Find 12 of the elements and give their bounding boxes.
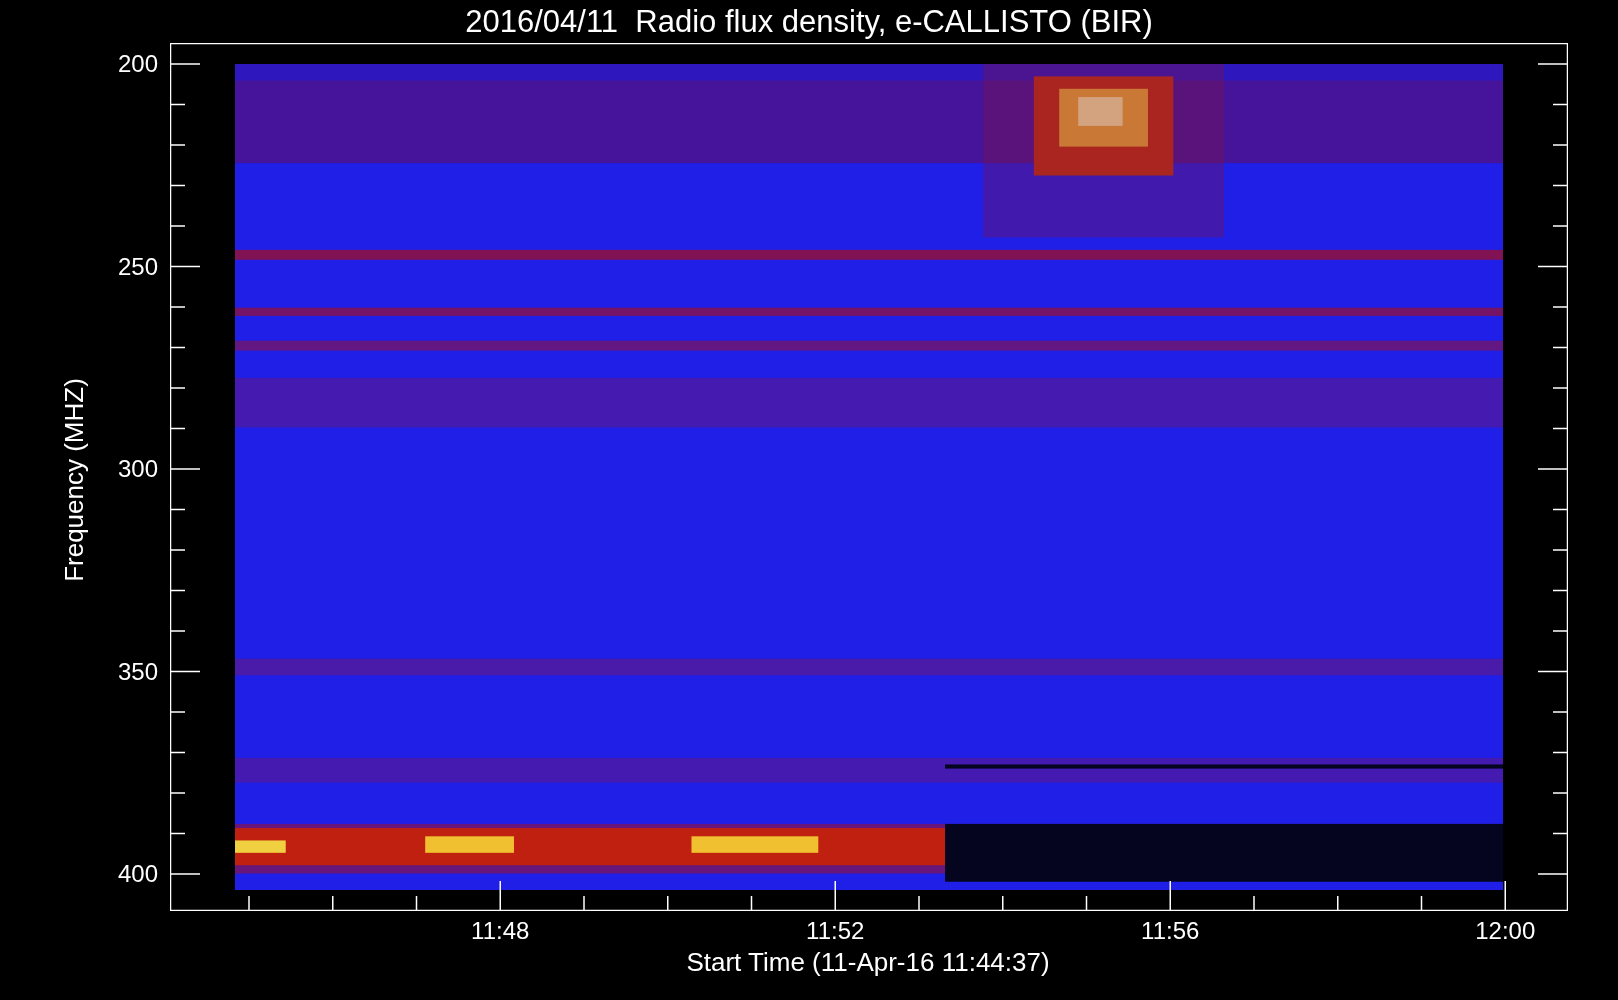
x-tick-label: 11:52 (806, 919, 865, 943)
y-tick-label: 400 (117, 862, 158, 886)
x-tick-label: 11:48 (471, 919, 530, 943)
x-tick-label: 12:00 (1475, 919, 1536, 943)
y-tick-label: 300 (117, 457, 158, 481)
plot-title: 2016/04/11 Radio flux density, e-CALLISTO (BIR) (465, 6, 1153, 37)
x-tick-label: 11:56 (1141, 919, 1200, 943)
y-tick-label: 250 (117, 254, 158, 279)
y-tick-label: 200 (117, 52, 158, 76)
y-axis-label: Frequency (MHZ) (61, 378, 87, 582)
x-axis-label: Start Time (11-Apr-16 11:44:37) (686, 949, 1050, 975)
y-tick-label: 350 (117, 659, 158, 684)
